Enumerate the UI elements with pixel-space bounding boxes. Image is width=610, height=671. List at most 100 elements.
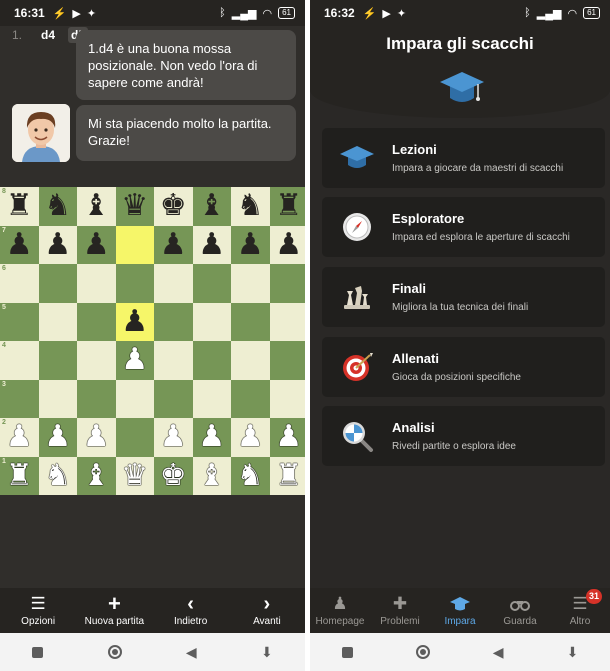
tab-problemi[interactable]: ✚ Problemi <box>370 588 430 633</box>
card-analisi[interactable]: Analisi Rivedi partite o esplora idee <box>322 406 605 466</box>
white-knight-icon[interactable]: ♞ <box>44 460 71 491</box>
move-white[interactable]: d4 <box>38 27 58 43</box>
square-h5[interactable] <box>269 302 305 341</box>
square-e1[interactable]: ♚ <box>154 456 193 495</box>
square-h3[interactable] <box>269 379 305 418</box>
square-d5[interactable]: ♟ <box>115 302 154 341</box>
square-a6[interactable]: 6 <box>0 264 39 303</box>
black-knight-icon[interactable]: ♞ <box>44 191 71 221</box>
black-rook-icon[interactable]: ♜ <box>275 191 302 221</box>
white-bishop-icon[interactable]: ♝ <box>83 460 110 491</box>
white-pawn-icon[interactable]: ♟ <box>198 422 225 452</box>
white-pawn-icon[interactable]: ♟ <box>237 422 264 452</box>
square-d3[interactable] <box>115 379 154 418</box>
square-d1[interactable]: ♛ <box>115 456 154 495</box>
white-queen-icon[interactable]: ♛ <box>121 460 148 491</box>
back-triangle-button[interactable]: ◀ <box>186 644 197 661</box>
square-c8[interactable]: ♝ <box>77 187 116 226</box>
black-queen-icon[interactable]: ♛ <box>121 191 148 221</box>
black-pawn-icon[interactable]: ♟ <box>275 229 302 260</box>
white-pawn-icon[interactable]: ♟ <box>121 345 148 375</box>
square-f4[interactable] <box>192 341 231 380</box>
white-pawn-icon[interactable]: ♟ <box>160 422 187 452</box>
black-pawn-icon[interactable]: ♟ <box>237 229 264 260</box>
square-a8[interactable]: 8 ♜ <box>0 187 39 226</box>
square-e2[interactable]: ♟ <box>154 418 193 457</box>
square-b5[interactable] <box>38 302 77 341</box>
square-c2[interactable]: ♟ <box>77 418 116 457</box>
square-e3[interactable] <box>154 379 193 418</box>
square-h8[interactable]: ♜ <box>269 187 305 226</box>
black-pawn-icon[interactable]: ♟ <box>198 229 225 260</box>
square-g3[interactable] <box>231 379 270 418</box>
square-c6[interactable] <box>77 264 116 303</box>
square-b1[interactable]: ♞ <box>38 456 77 495</box>
download-arrow-button[interactable]: ⬇ <box>567 644 579 661</box>
square-h6[interactable] <box>269 264 305 303</box>
square-a2[interactable]: 2 ♟ <box>0 418 39 457</box>
square-h4[interactable] <box>269 341 305 380</box>
forward-button[interactable]: › Avanti <box>229 588 305 633</box>
recents-button[interactable] <box>341 646 353 658</box>
square-a4[interactable]: 4 <box>0 341 39 380</box>
back-triangle-button[interactable]: ◀ <box>493 644 504 661</box>
square-h7[interactable]: ♟ <box>269 225 305 264</box>
square-g8[interactable]: ♞ <box>231 187 270 226</box>
square-d2[interactable] <box>115 418 154 457</box>
square-g5[interactable] <box>231 302 270 341</box>
square-g2[interactable]: ♟ <box>231 418 270 457</box>
white-bishop-icon[interactable]: ♝ <box>198 460 225 491</box>
square-c1[interactable]: ♝ <box>77 456 116 495</box>
square-f6[interactable] <box>192 264 231 303</box>
square-d4[interactable]: ♟ <box>115 341 154 380</box>
black-pawn-icon[interactable]: ♟ <box>121 306 148 337</box>
square-g7[interactable]: ♟ <box>231 225 270 264</box>
square-h2[interactable]: ♟ <box>269 418 305 457</box>
square-a1[interactable]: 1 ♜ <box>0 456 39 495</box>
square-e6[interactable] <box>154 264 193 303</box>
back-button[interactable]: ‹ Indietro <box>153 588 229 633</box>
card-lezioni[interactable]: Lezioni Impara a giocare da maestri di s… <box>322 128 605 188</box>
tab-guarda[interactable]: Guarda <box>490 588 550 633</box>
black-bishop-icon[interactable]: ♝ <box>83 191 110 221</box>
square-d6[interactable] <box>115 264 154 303</box>
square-e7[interactable]: ♟ <box>154 225 193 264</box>
tab-homepage[interactable]: ♟ Homepage <box>310 588 370 633</box>
square-g1[interactable]: ♞ <box>231 456 270 495</box>
white-pawn-icon[interactable]: ♟ <box>44 422 71 452</box>
home-button[interactable] <box>415 645 430 659</box>
black-pawn-icon[interactable]: ♟ <box>160 229 187 260</box>
square-a5[interactable]: 5 <box>0 302 39 341</box>
white-pawn-icon[interactable]: ♟ <box>275 422 302 452</box>
new-game-button[interactable]: + Nuova partita <box>76 588 152 633</box>
square-f2[interactable]: ♟ <box>192 418 231 457</box>
black-king-icon[interactable]: ♚ <box>160 191 187 221</box>
white-pawn-icon[interactable]: ♟ <box>6 422 33 452</box>
options-button[interactable]: ☰ Opzioni <box>0 588 76 633</box>
white-king-icon[interactable]: ♚ <box>160 460 187 491</box>
card-finali[interactable]: Finali Migliora la tua tecnica dei final… <box>322 267 605 327</box>
white-knight-icon[interactable]: ♞ <box>237 460 264 491</box>
tab-impara[interactable]: Impara <box>430 588 490 633</box>
white-pawn-icon[interactable]: ♟ <box>83 422 110 452</box>
square-c3[interactable] <box>77 379 116 418</box>
square-b4[interactable] <box>38 341 77 380</box>
white-rook-icon[interactable]: ♜ <box>275 460 302 491</box>
square-b2[interactable]: ♟ <box>38 418 77 457</box>
square-c7[interactable]: ♟ <box>77 225 116 264</box>
black-pawn-icon[interactable]: ♟ <box>83 229 110 260</box>
square-c5[interactable] <box>77 302 116 341</box>
square-b3[interactable] <box>38 379 77 418</box>
square-h1[interactable]: ♜ <box>269 456 305 495</box>
square-e8[interactable]: ♚ <box>154 187 193 226</box>
download-arrow-button[interactable]: ⬇ <box>261 644 273 661</box>
square-f1[interactable]: ♝ <box>192 456 231 495</box>
square-b7[interactable]: ♟ <box>38 225 77 264</box>
square-d7[interactable] <box>115 225 154 264</box>
square-e5[interactable] <box>154 302 193 341</box>
card-esploratore[interactable]: Esploratore Impara ed esplora le apertur… <box>322 197 605 257</box>
black-pawn-icon[interactable]: ♟ <box>44 229 71 260</box>
square-g4[interactable] <box>231 341 270 380</box>
card-allenati[interactable]: Allenati Gioca da posizioni specifiche <box>322 337 605 397</box>
square-a7[interactable]: 7 ♟ <box>0 225 39 264</box>
